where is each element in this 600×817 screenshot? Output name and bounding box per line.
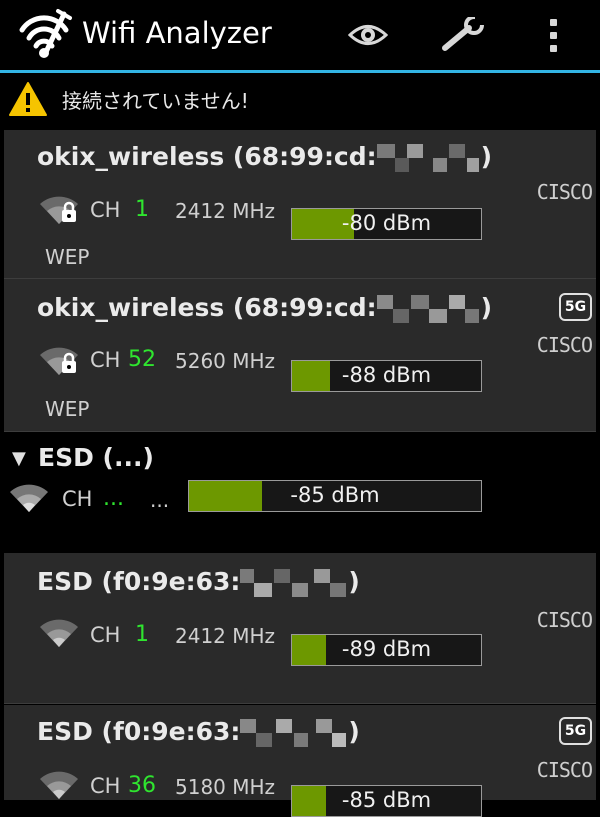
network-card[interactable]: okix_wireless (68:99:cd: ) CH 1 2412 MHz…: [4, 130, 596, 279]
signal-strength: -89 dBm: [341, 637, 432, 661]
redacted-bssid: [240, 569, 348, 597]
ssid-label: ESD (f0:9e:63: ): [37, 567, 360, 597]
connection-warning: 接続されていません!: [0, 73, 600, 123]
redacted-bssid: [376, 295, 481, 323]
wrench-icon: [442, 17, 484, 51]
frequency: 2412 MHz: [175, 624, 276, 648]
vendor-label: CISCO: [536, 180, 593, 204]
wifi-logo-icon[interactable]: [18, 8, 74, 62]
security-type: WEP: [45, 397, 90, 421]
app-title: Wifi Analyzer: [82, 16, 272, 50]
channel-label: CH: [90, 198, 121, 222]
eye-button[interactable]: [340, 0, 396, 70]
network-card[interactable]: okix_wireless (68:99:cd: ) 5G CH 52 5260…: [4, 279, 596, 432]
wifi-icon: [10, 484, 48, 512]
security-type: WEP: [45, 245, 90, 269]
network-group[interactable]: ▼ ESD (...) CH ... ... -85 dBm: [0, 432, 600, 552]
channel-label: CH: [90, 623, 121, 647]
signal-bar: -89 dBm: [291, 634, 482, 666]
channel-number: 36: [128, 773, 156, 798]
channel-number: 1: [135, 197, 149, 222]
wifi-icon: [40, 619, 78, 647]
signal-strength: -85 dBm: [290, 483, 380, 507]
5g-badge: 5G: [559, 717, 592, 745]
collapse-arrow-icon[interactable]: ▼: [12, 448, 26, 469]
channel-number: 52: [128, 347, 156, 372]
frequency: 2412 MHz: [175, 199, 276, 223]
signal-bar: -88 dBm: [291, 360, 482, 392]
overflow-menu-icon: [549, 18, 557, 52]
vendor-label: CISCO: [536, 758, 593, 782]
channel-label: CH: [90, 348, 121, 372]
signal-bar: -80 dBm: [291, 208, 482, 240]
wifi-locked-icon: [40, 347, 78, 375]
action-bar: Wifi Analyzer: [0, 0, 600, 73]
vendor-label: CISCO: [536, 608, 593, 632]
wifi-locked-icon: [40, 196, 78, 224]
ssid-label: ESD (f0:9e:63: ): [37, 717, 360, 747]
frequency: 5180 MHz: [175, 775, 276, 799]
channel-label: CH: [90, 774, 121, 798]
eye-icon: [348, 25, 388, 45]
signal-strength: -85 dBm: [341, 788, 432, 812]
signal-strength: -80 dBm: [341, 211, 432, 235]
signal-strength: -88 dBm: [341, 363, 432, 387]
wifi-icon: [40, 771, 78, 799]
network-card[interactable]: ESD (f0:9e:63: ) CH 1 2412 MHz -89 dBm C…: [4, 553, 596, 704]
signal-bar: -85 dBm: [188, 480, 482, 512]
settings-button[interactable]: [432, 0, 492, 70]
warning-icon: [9, 82, 47, 116]
channel-label: CH: [62, 487, 93, 511]
5g-badge: 5G: [559, 293, 592, 321]
channel-number: ...: [103, 486, 124, 511]
signal-bar: -85 dBm: [291, 785, 482, 817]
channel-number: 1: [135, 622, 149, 647]
ssid-label: okix_wireless (68:99:cd: ): [37, 293, 493, 323]
redacted-bssid: [240, 719, 348, 747]
vendor-label: CISCO: [536, 333, 593, 357]
group-title: ESD (...): [38, 443, 154, 472]
redacted-bssid: [376, 144, 481, 172]
ssid-label: okix_wireless (68:99:cd: ): [37, 142, 493, 172]
warning-text: 接続されていません!: [62, 89, 249, 113]
network-card[interactable]: ESD (f0:9e:63: ) 5G CH 36 5180 MHz -85 d…: [4, 705, 596, 817]
frequency: 5260 MHz: [175, 349, 276, 373]
frequency: ...: [150, 488, 170, 512]
overflow-menu-button[interactable]: [536, 0, 570, 70]
